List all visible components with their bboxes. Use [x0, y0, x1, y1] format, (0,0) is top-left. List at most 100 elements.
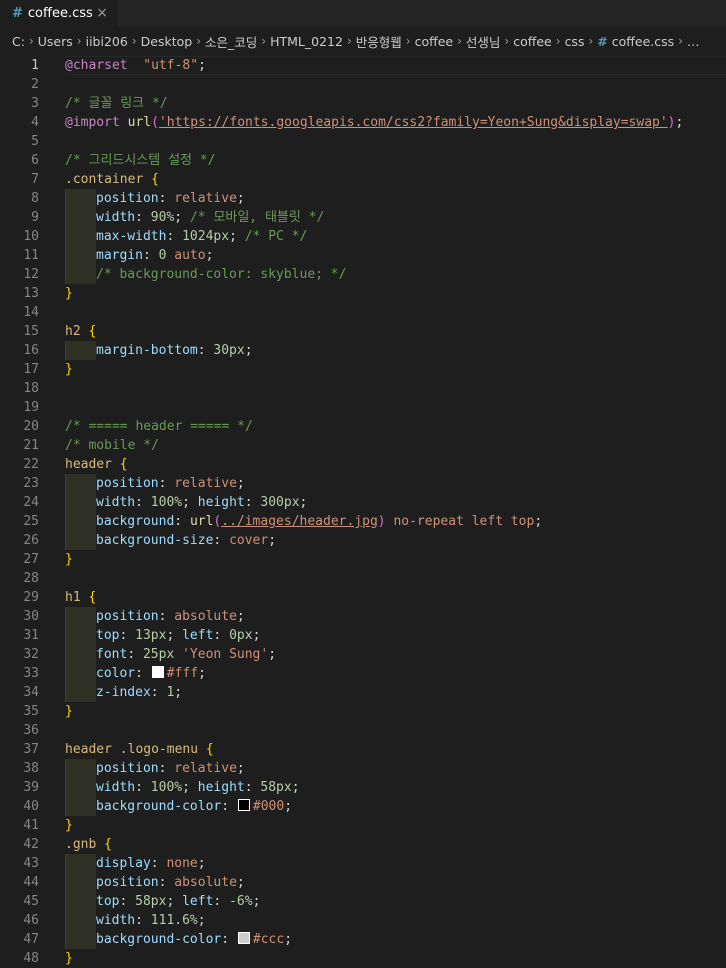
- breadcrumb-item[interactable]: coffee: [513, 34, 552, 49]
- code-token: :: [213, 533, 230, 548]
- chevron-right-icon: ›: [196, 34, 201, 48]
- code-line[interactable]: 6 /* 그리드시스템 설정 */: [0, 151, 726, 170]
- code-line[interactable]: 38 position: relative;: [0, 759, 726, 778]
- code-line[interactable]: 29 h1 {: [0, 588, 726, 607]
- breadcrumb-more[interactable]: …: [687, 34, 700, 49]
- code-token: :: [150, 856, 167, 871]
- code-line[interactable]: 16 margin-bottom: 30px;: [0, 341, 726, 360]
- code-line[interactable]: 18: [0, 379, 726, 398]
- code-token: 300px: [260, 495, 300, 510]
- code-line[interactable]: 25 background: url(../images/header.jpg) …: [0, 512, 726, 531]
- code-line[interactable]: 42 .gnb {: [0, 835, 726, 854]
- breadcrumb-item[interactable]: Desktop: [141, 34, 193, 49]
- code-token: /* 글꼴 링크 */: [65, 96, 168, 111]
- code-line[interactable]: 41}: [0, 816, 726, 835]
- code-line[interactable]: 36: [0, 721, 726, 740]
- code-line[interactable]: 46 width: 111.6%;: [0, 911, 726, 930]
- code-line[interactable]: 37 header .logo-menu {: [0, 740, 726, 759]
- line-number: 48: [23, 951, 39, 966]
- indent-guide: [65, 341, 96, 360]
- color-swatch[interactable]: [237, 799, 250, 811]
- code-token: :: [244, 780, 261, 795]
- code-line[interactable]: 35}: [0, 702, 726, 721]
- code-line[interactable]: 2: [0, 75, 726, 94]
- tab-bar: # coffee.css ×: [0, 0, 726, 26]
- breadcrumb-item[interactable]: HTML_0212: [270, 34, 343, 49]
- line-number: 21: [23, 438, 39, 453]
- code-line[interactable]: 47 background-color: #ccc;: [0, 930, 726, 949]
- code-token: {: [205, 742, 214, 757]
- code-editor[interactable]: 1 @charset "utf-8"; 2 3/* 글꼴 링크 */4 @import …: [0, 56, 726, 968]
- code-line[interactable]: 17}: [0, 360, 726, 379]
- code-line[interactable]: 43 display: none;: [0, 854, 726, 873]
- breadcrumb-item[interactable]: 소은_코딩: [205, 32, 257, 51]
- code-line[interactable]: 31 top: 13px; left: 0px;: [0, 626, 726, 645]
- code-text: position: absolute;: [65, 607, 245, 626]
- code-token: :: [244, 495, 261, 510]
- code-line[interactable]: 8 position: relative;: [0, 189, 726, 208]
- code-line[interactable]: 26 background-size: cover;: [0, 531, 726, 550]
- code-line[interactable]: 34 z-index: 1;: [0, 683, 726, 702]
- line-number: 24: [23, 495, 39, 510]
- code-line[interactable]: 4 @import url('https://fonts.googleapis.c…: [0, 113, 726, 132]
- tab-coffee-css[interactable]: # coffee.css ×: [0, 0, 118, 26]
- code-line[interactable]: 5: [0, 132, 726, 151]
- line-number: 23: [23, 476, 39, 491]
- breadcrumb-item[interactable]: iibi206: [86, 34, 128, 49]
- code-line[interactable]: 9 width: 90%; /* 모바일, 태블릿 */: [0, 208, 726, 227]
- indent-guide: [65, 683, 96, 702]
- code-token: 30px: [213, 343, 245, 358]
- code-token: @import: [65, 115, 120, 130]
- close-icon[interactable]: ×: [96, 5, 108, 21]
- code-text: width: 90%; /* 모바일, 태블릿 */: [65, 208, 324, 227]
- indent-guide: [65, 797, 96, 816]
- color-swatch[interactable]: [151, 666, 164, 678]
- code-token: background-size: [96, 533, 214, 548]
- indent-guide: [65, 854, 96, 873]
- code-text: margin-bottom: 30px;: [65, 341, 253, 360]
- code-line[interactable]: 33 color: #fff;: [0, 664, 726, 683]
- code-line[interactable]: 10 max-width: 1024px; /* PC */: [0, 227, 726, 246]
- code-line[interactable]: 45 top: 58px; left: -6%;: [0, 892, 726, 911]
- breadcrumb-item[interactable]: 선생님: [466, 32, 501, 51]
- breadcrumb-item[interactable]: 반응형웹: [356, 32, 402, 51]
- breadcrumb-item[interactable]: coffee: [415, 34, 454, 49]
- breadcrumb-item[interactable]: css: [565, 34, 585, 49]
- code-line[interactable]: 12 /* background-color: skyblue; */: [0, 265, 726, 284]
- code-text: background-color: #000;: [65, 797, 292, 816]
- line-number: 12: [23, 267, 39, 282]
- code-line[interactable]: 28: [0, 569, 726, 588]
- code-line[interactable]: 22 header {: [0, 455, 726, 474]
- code-line[interactable]: 1 @charset "utf-8";: [0, 56, 726, 75]
- code-line[interactable]: 44 position: absolute;: [0, 873, 726, 892]
- code-line[interactable]: 24 width: 100%; height: 300px;: [0, 493, 726, 512]
- code-token: :: [221, 932, 237, 947]
- code-line[interactable]: 20 /* ===== header ===== */: [0, 417, 726, 436]
- code-line[interactable]: 11 margin: 0 auto;: [0, 246, 726, 265]
- code-line[interactable]: 13}: [0, 284, 726, 303]
- code-line[interactable]: 21 /* mobile */: [0, 436, 726, 455]
- code-line[interactable]: 19: [0, 398, 726, 417]
- chevron-right-icon: ›: [678, 34, 683, 48]
- code-line[interactable]: 32 font: 25px 'Yeon Sung';: [0, 645, 726, 664]
- code-line[interactable]: 27}: [0, 550, 726, 569]
- chevron-right-icon: ›: [457, 34, 462, 48]
- breadcrumb-item[interactable]: coffee.css: [612, 34, 674, 49]
- breadcrumb-item[interactable]: Users: [38, 34, 73, 49]
- code-line[interactable]: 23 position: relative;: [0, 474, 726, 493]
- code-line[interactable]: 40 background-color: #000;: [0, 797, 726, 816]
- code-line[interactable]: 7 .container {: [0, 170, 726, 189]
- code-line[interactable]: 15 h2 {: [0, 322, 726, 341]
- code-line[interactable]: 3 /* 글꼴 링크 */: [0, 94, 726, 113]
- code-line[interactable]: 48}: [0, 949, 726, 968]
- indent-guide: [65, 208, 96, 227]
- color-swatch[interactable]: [237, 932, 250, 944]
- line-number: 40: [23, 799, 39, 814]
- code-token: header: [65, 742, 112, 757]
- breadcrumb-item[interactable]: C:: [12, 34, 25, 49]
- code-line[interactable]: 39 width: 100%; height: 58px;: [0, 778, 726, 797]
- chevron-right-icon: ›: [28, 34, 34, 48]
- line-number: 38: [23, 761, 39, 776]
- code-line[interactable]: 14: [0, 303, 726, 322]
- code-line[interactable]: 30 position: absolute;: [0, 607, 726, 626]
